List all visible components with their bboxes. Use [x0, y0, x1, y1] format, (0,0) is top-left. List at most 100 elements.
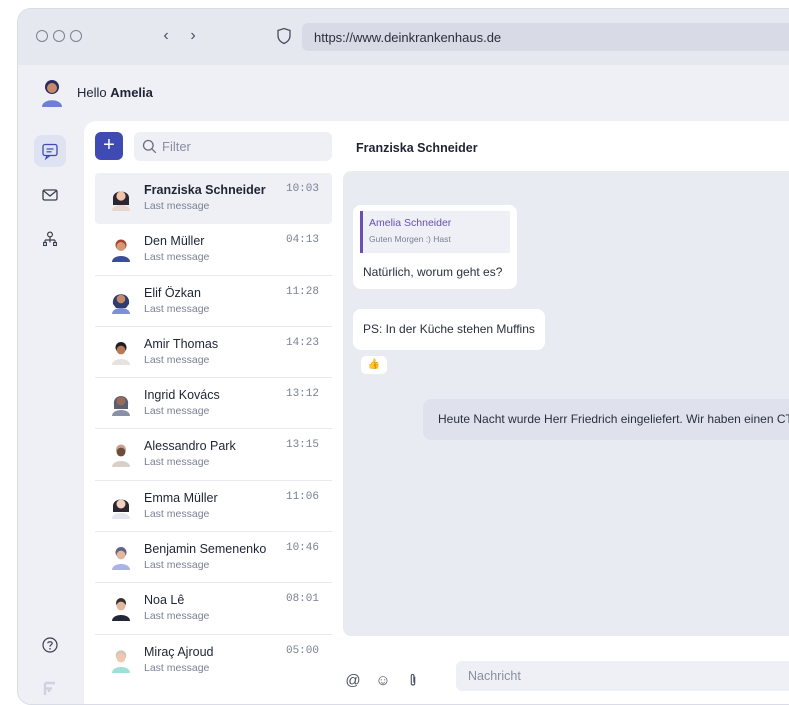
contact-avatar: [109, 441, 133, 468]
last-message: Last message: [144, 507, 210, 520]
chat-list-item[interactable]: Benjamin Semenenko Last message 10:46: [95, 532, 332, 584]
message-time: 11:28: [285, 285, 319, 298]
chat-list-item[interactable]: Alessandro Park Last message 13:15: [95, 429, 332, 481]
chat-list-item[interactable]: Miraç Ajroud Last message 05:00: [95, 635, 332, 686]
app-logo-icon: [43, 681, 55, 695]
contact-name: Franziska Schneider: [144, 183, 266, 197]
message-time: 05:00: [285, 644, 319, 657]
last-message: Last message: [144, 353, 210, 366]
chat-list-item[interactable]: Elif Özkan Last message 11:28: [95, 276, 332, 327]
last-message: Last message: [144, 456, 210, 469]
last-message: Last message: [144, 405, 210, 418]
last-message: Last message: [144, 610, 210, 623]
last-message: Last message: [144, 302, 210, 315]
message-composer: @ ☺: [343, 661, 789, 701]
message-bubble[interactable]: PS: In der Küche stehen Muffins: [353, 309, 545, 350]
app-logo: [34, 673, 66, 704]
chat-icon: [42, 143, 58, 160]
window-controls: [36, 30, 82, 42]
contact-avatar: [109, 390, 133, 417]
message-time: 04:13: [285, 234, 319, 247]
contact-avatar: [109, 595, 133, 622]
org-chart-icon: [43, 231, 57, 247]
message-time: 13:15: [285, 439, 319, 452]
contact-name: Alessandro Park: [144, 439, 236, 454]
thumbs-up-reaction[interactable]: 👍: [361, 356, 387, 374]
left-rail: [18, 121, 84, 704]
contact-name: Miraç Ajroud: [144, 644, 214, 659]
chat-list-item[interactable]: Amir Thomas Last message 14:23: [95, 327, 332, 379]
address-bar[interactable]: https://www.deinkrankenhaus.de: [302, 23, 789, 51]
chat-list-item[interactable]: Den Müller Last message 04:13: [95, 224, 332, 276]
quoted-text: Guten Morgen :) Hast: [369, 234, 451, 244]
conversation-title: Franziska Schneider: [356, 141, 478, 155]
mention-button[interactable]: @: [343, 670, 363, 690]
message-area[interactable]: Amelia Schneider Guten Morgen :) Hast Na…: [343, 171, 789, 636]
contact-avatar: [109, 647, 133, 673]
message-bubble[interactable]: Amelia Schneider Guten Morgen :) Hast Na…: [353, 205, 517, 289]
contact-avatar: [109, 288, 133, 314]
contact-avatar: [109, 236, 133, 263]
main-panel: + Franziska Schneider Last message 10:03…: [84, 121, 789, 704]
chat-list-item[interactable]: Ingrid Kovács Last message 13:12: [95, 378, 332, 430]
url-text: https://www.deinkrankenhaus.de: [314, 30, 502, 45]
paperclip-icon: [410, 673, 416, 686]
browser-chrome: ‹ › https://www.deinkrankenhaus.de: [18, 9, 789, 65]
back-button[interactable]: ‹: [158, 27, 174, 45]
user-name: Amelia: [110, 85, 153, 100]
search-icon: [142, 139, 157, 154]
contact-avatar: [109, 339, 133, 365]
greeting: Hello Amelia: [77, 85, 153, 100]
message-text: Natürlich, worum geht es?: [363, 265, 503, 279]
chat-list-item[interactable]: Noa Lê Last message 08:01: [95, 583, 332, 635]
nav-org-button[interactable]: [34, 223, 66, 255]
contact-name: Elif Özkan: [144, 285, 201, 300]
message-time: 14:23: [285, 336, 319, 349]
help-button[interactable]: [34, 629, 66, 661]
contact-avatar: [109, 493, 133, 519]
contact-name: Ingrid Kovács: [144, 388, 220, 403]
contact-name: Den Müller: [144, 234, 205, 249]
help-icon: [42, 637, 58, 653]
message-time: 08:01: [285, 593, 319, 606]
nav-chats-button[interactable]: [34, 135, 66, 167]
last-message: Last message: [144, 200, 210, 212]
quoted-author: Amelia Schneider: [369, 217, 452, 229]
user-avatar[interactable]: [38, 77, 66, 107]
app-header: Hello Amelia: [18, 65, 789, 121]
close-window-button[interactable]: [36, 30, 48, 42]
contact-avatar: [109, 185, 133, 211]
contact-name: Emma Müller: [144, 490, 218, 505]
last-message: Last message: [144, 559, 210, 572]
forward-button[interactable]: ›: [185, 27, 201, 45]
contact-name: Amir Thomas: [144, 336, 219, 351]
last-message: Last message: [144, 251, 210, 264]
message-input[interactable]: [456, 661, 789, 691]
shield-icon[interactable]: [276, 27, 292, 45]
message-text: Heute Nacht wurde Herr Friedrich eingeli…: [438, 412, 789, 426]
maximize-window-button[interactable]: [70, 30, 82, 42]
message-bubble-outgoing[interactable]: Heute Nacht wurde Herr Friedrich eingeli…: [423, 399, 789, 440]
contact-avatar: [109, 544, 133, 571]
attach-button[interactable]: [403, 670, 423, 690]
mail-icon: [42, 189, 58, 201]
new-chat-button[interactable]: +: [95, 132, 123, 160]
contact-name: Benjamin Semenenko: [144, 542, 267, 557]
chat-list-item[interactable]: Emma Müller Last message 11:06: [95, 481, 332, 533]
contact-name: Noa Lê: [144, 593, 185, 608]
message-time: 13:12: [285, 388, 319, 401]
message-time: 10:46: [285, 542, 319, 555]
chat-list-item[interactable]: Franziska Schneider Last message 10:03: [95, 173, 332, 225]
minimize-window-button[interactable]: [53, 30, 65, 42]
nav-mail-button[interactable]: [34, 179, 66, 211]
chat-list: Franziska Schneider Last message 10:03 D…: [95, 173, 332, 686]
message-text: PS: In der Küche stehen Muffins: [363, 322, 535, 336]
greeting-text: Hello: [77, 85, 107, 100]
message-time: 11:06: [285, 490, 319, 503]
quoted-message[interactable]: Amelia Schneider Guten Morgen :) Hast: [360, 211, 510, 253]
browser-window: ‹ › https://www.deinkrankenhaus.de Hello…: [17, 8, 789, 705]
filter-box: [134, 132, 332, 161]
emoji-button[interactable]: ☺: [373, 670, 393, 690]
message-time: 10:03: [285, 183, 319, 195]
filter-input[interactable]: [162, 132, 322, 161]
